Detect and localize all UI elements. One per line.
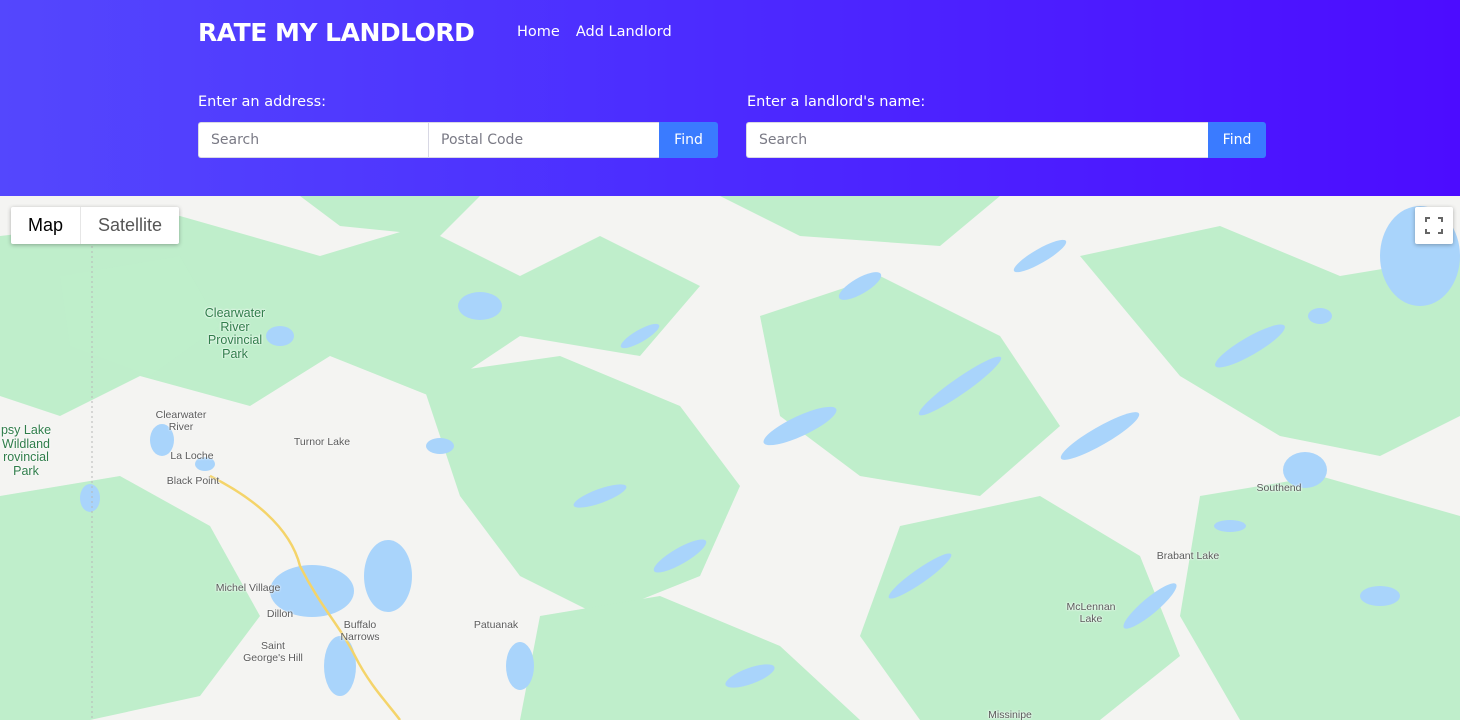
landlord-search-input[interactable] — [746, 122, 1208, 158]
fullscreen-icon — [1425, 217, 1443, 234]
landlord-label: Enter a landlord's name: — [747, 94, 926, 110]
map-label-dillon: Dillon — [266, 608, 294, 620]
address-search-input[interactable] — [198, 122, 428, 158]
postal-code-input[interactable] — [428, 122, 659, 158]
map-label-brabant-lake: Brabant Lake — [1156, 550, 1220, 562]
map-label-michel-village: Michel Village — [215, 582, 281, 594]
brand-logo[interactable]: RATE MY LANDLORD — [198, 18, 475, 47]
map-label-saint-georges-hill: Saint George's Hill — [243, 640, 303, 664]
map-label-la-loche: La Loche — [170, 450, 214, 462]
fullscreen-button[interactable] — [1415, 207, 1453, 244]
map-type-map-button[interactable]: Map — [11, 207, 80, 244]
address-search-group: Find — [198, 122, 718, 158]
map-label-gipsy-lake-park: psy Lake Wildland rovincial Park — [0, 423, 52, 478]
map-canvas[interactable]: Clearwater River Provincial Park psy Lak… — [0, 196, 1460, 720]
address-label: Enter an address: — [198, 94, 327, 110]
map-label-turnor-lake: Turnor Lake — [293, 436, 351, 448]
nav-add-landlord[interactable]: Add Landlord — [576, 24, 672, 40]
map-terrain — [0, 196, 1460, 720]
map-type-control: Map Satellite — [11, 207, 180, 244]
address-find-button[interactable]: Find — [659, 122, 718, 158]
map-label-buffalo-narrows: Buffalo Narrows — [340, 619, 380, 643]
site-header: RATE MY LANDLORD Home Add Landlord Enter… — [0, 0, 1460, 196]
map-label-clearwater-park: Clearwater River Provincial Park — [204, 306, 266, 361]
map-label-clearwater-river: Clearwater River — [155, 409, 207, 433]
map-label-southend: Southend — [1256, 482, 1302, 494]
map-type-satellite-button[interactable]: Satellite — [80, 207, 179, 244]
map-label-mclennan-lake: McLennan Lake — [1066, 601, 1116, 625]
map-label-missinipe: Missinipe — [988, 709, 1032, 720]
map-label-patuanak: Patuanak — [473, 619, 519, 631]
nav-home[interactable]: Home — [517, 24, 560, 40]
map-label-black-point: Black Point — [166, 475, 220, 487]
landlord-search-group: Find — [746, 122, 1266, 158]
landlord-find-button[interactable]: Find — [1208, 122, 1266, 158]
main-nav: Home Add Landlord — [517, 24, 672, 40]
